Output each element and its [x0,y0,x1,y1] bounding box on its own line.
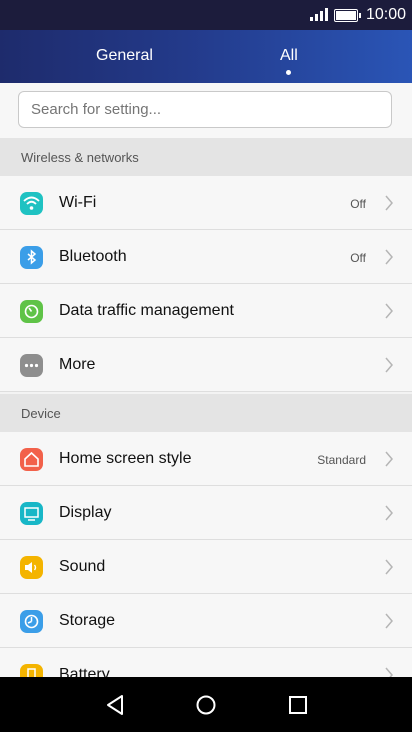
row-value: Off [350,251,366,265]
row-label: Storage [59,612,116,629]
navigation-bar [0,677,412,732]
back-icon[interactable] [104,694,126,716]
row-label: Wi-Fi [59,194,97,211]
row-label: Sound [59,558,106,575]
row-value: Standard [317,453,366,467]
status-time: 10:00 [365,6,406,23]
section-header-wireless: Wireless & networks [0,138,412,176]
row-label: Bluetooth [59,248,127,265]
section-label: Device [21,406,61,421]
chevron-right-icon [385,195,393,211]
row-label: Home screen style [59,450,192,467]
settings-row-home-screen-style[interactable]: Home screen style Standard [0,432,412,486]
settings-row-wifi[interactable]: Wi-Fi Off [0,176,412,230]
row-label: Data traffic management [59,302,234,319]
home-button-icon[interactable] [195,694,217,716]
settings-row-display[interactable]: Display [0,486,412,540]
chevron-right-icon [385,249,393,265]
settings-row-more[interactable]: More [0,338,412,392]
chevron-right-icon [385,451,393,467]
more-icon [20,354,43,377]
row-label: Display [59,504,112,521]
bluetooth-icon [20,246,43,269]
chevron-right-icon [385,357,393,373]
row-label: More [59,356,96,373]
sound-icon [20,556,43,579]
tab-general[interactable]: General [96,47,153,65]
storage-icon [20,610,43,633]
recents-icon[interactable] [287,694,309,716]
settings-row-sound[interactable]: Sound [0,540,412,594]
status-bar: 10:00 [0,0,412,30]
settings-row-bluetooth[interactable]: Bluetooth Off [0,230,412,284]
battery-status-icon [334,9,361,22]
settings-row-data-traffic[interactable]: Data traffic management [0,284,412,338]
section-label: Wireless & networks [21,150,139,165]
tab-header: General All [0,30,412,83]
section-header-device: Device [0,394,412,432]
chevron-right-icon [385,559,393,575]
search-input[interactable] [18,91,392,128]
chevron-right-icon [385,613,393,629]
data-traffic-icon [20,300,43,323]
signal-icon [310,8,328,21]
chevron-right-icon [385,505,393,521]
row-value: Off [350,197,366,211]
home-icon [20,448,43,471]
tab-all[interactable]: All [280,47,298,65]
wifi-icon [20,192,43,215]
search-bar [0,83,412,138]
chevron-right-icon [385,303,393,319]
display-icon [20,502,43,525]
active-tab-indicator [286,70,291,75]
settings-row-storage[interactable]: Storage [0,594,412,648]
